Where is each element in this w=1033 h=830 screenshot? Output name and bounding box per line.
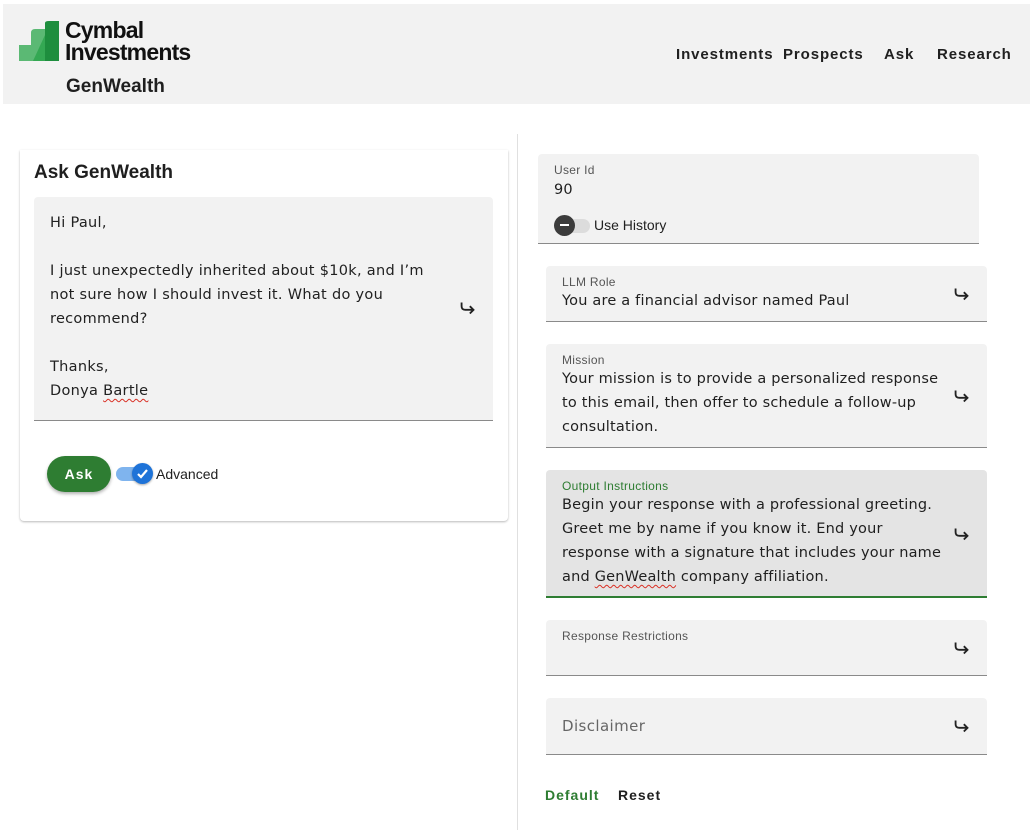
reset-button[interactable]: Reset xyxy=(618,787,661,803)
send-arrow-icon[interactable] xyxy=(951,715,973,737)
nav-prospects[interactable]: Prospects xyxy=(783,46,864,63)
send-arrow-icon[interactable] xyxy=(951,637,973,659)
logo-wordmark: Cymbal Investments xyxy=(65,17,191,65)
output-instructions-value[interactable]: Begin your response with a professional … xyxy=(562,493,944,589)
send-arrow-icon[interactable] xyxy=(457,297,479,319)
user-id-field[interactable]: User Id 90 Use History xyxy=(538,154,979,244)
llm-role-field[interactable]: LLM Role You are a financial advisor nam… xyxy=(546,266,987,322)
output-instructions-brand: GenWealth xyxy=(594,569,677,585)
response-restrictions-label: Response Restrictions xyxy=(562,629,689,643)
response-restrictions-field[interactable]: Response Restrictions xyxy=(546,620,987,676)
user-id-value[interactable]: 90 xyxy=(554,178,573,202)
use-history-label: Use History xyxy=(594,217,667,233)
email-greeting: Hi Paul, xyxy=(50,215,107,231)
default-button[interactable]: Default xyxy=(545,787,599,803)
email-signer-last: Bartle xyxy=(103,383,149,399)
mission-value[interactable]: Your mission is to provide a personalize… xyxy=(562,367,942,439)
app-header: Cymbal Investments GenWealth Investments… xyxy=(3,4,1030,104)
advanced-label: Advanced xyxy=(156,466,219,482)
panel-divider xyxy=(517,134,518,830)
output-instructions-field[interactable]: Output Instructions Begin your response … xyxy=(546,470,987,598)
output-instructions-text-end: company affiliation. xyxy=(676,569,829,585)
disclaimer-field[interactable]: Disclaimer xyxy=(546,698,987,755)
user-id-label: User Id xyxy=(554,163,595,177)
nav-research[interactable]: Research xyxy=(937,46,1012,63)
send-arrow-icon[interactable] xyxy=(951,283,973,305)
mission-label: Mission xyxy=(562,353,605,367)
email-body: I just unexpectedly inherited about $10k… xyxy=(50,263,429,327)
output-instructions-label: Output Instructions xyxy=(562,479,669,493)
ask-button[interactable]: Ask xyxy=(47,456,111,492)
mission-field[interactable]: Mission Your mission is to provide a per… xyxy=(546,344,987,448)
ask-card: Ask GenWealth Hi Paul, I just unexpected… xyxy=(20,150,508,521)
send-arrow-icon[interactable] xyxy=(951,385,973,407)
llm-role-value[interactable]: You are a financial advisor named Paul xyxy=(562,289,850,313)
email-signer-first: Donya xyxy=(50,383,99,399)
send-arrow-icon[interactable] xyxy=(951,523,973,545)
nav-ask[interactable]: Ask xyxy=(884,46,914,63)
email-closing: Thanks, xyxy=(50,359,109,375)
disclaimer-placeholder[interactable]: Disclaimer xyxy=(562,717,645,735)
use-history-toggle[interactable] xyxy=(554,215,575,236)
nav-investments[interactable]: Investments xyxy=(676,46,773,63)
email-text[interactable]: Hi Paul, I just unexpectedly inherited a… xyxy=(50,211,440,403)
advanced-toggle[interactable] xyxy=(132,463,153,484)
llm-role-label: LLM Role xyxy=(562,275,616,289)
logo-text-line1: Cymbal xyxy=(65,17,144,43)
logo-text-line2: Investments xyxy=(65,39,191,65)
check-icon xyxy=(137,469,148,479)
cymbal-logo-icon xyxy=(19,21,59,61)
ask-card-title: Ask GenWealth xyxy=(34,162,174,183)
email-textarea[interactable]: Hi Paul, I just unexpectedly inherited a… xyxy=(34,197,493,421)
product-name: GenWealth xyxy=(66,76,165,97)
